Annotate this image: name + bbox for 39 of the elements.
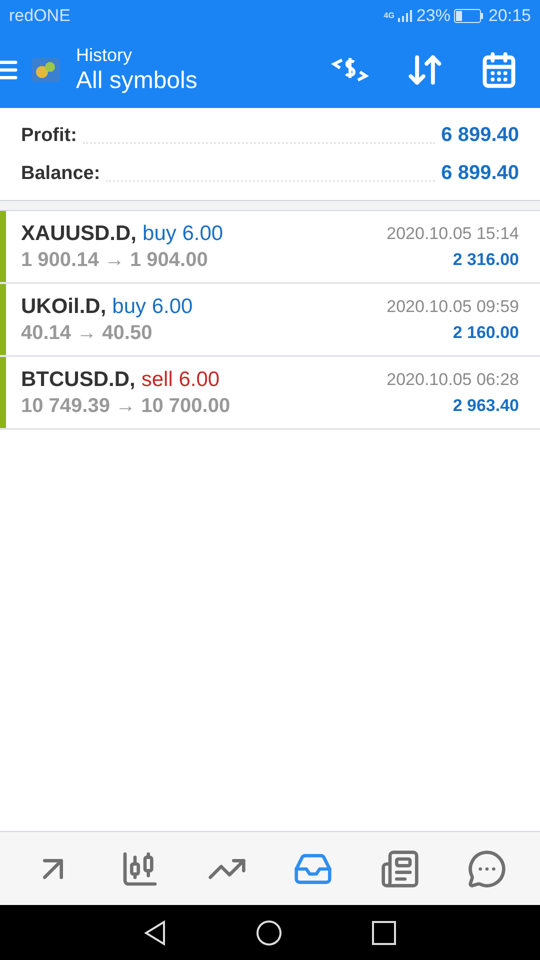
- battery-level: 23%: [416, 5, 450, 28]
- screen-title: All symbols: [76, 66, 198, 96]
- summary-label: Balance:: [21, 162, 100, 186]
- home-icon[interactable]: [256, 920, 282, 946]
- battery-icon: [454, 9, 484, 23]
- deal-time: 2020.10.05 06:28: [386, 369, 519, 391]
- trade-row[interactable]: XAUUSD.D, buy 6.00 1 900.14 → 1 904.00 2020.10.05 15:14 2 316.00: [0, 211, 540, 284]
- deal-profit: 2 160.00: [452, 322, 519, 344]
- screen-subtitle: History: [76, 44, 134, 66]
- deal-time: 2020.10.05 15:14: [386, 223, 519, 245]
- symbol-name: BTCUSD.D,: [21, 367, 136, 393]
- symbol-name: XAUUSD.D,: [21, 221, 137, 247]
- price-range: 10 749.39 → 10 700.00: [21, 394, 230, 419]
- trade-row[interactable]: UKOil.D, buy 6.00 40.14 → 40.50 2020.10.05 09:59 2 160.00: [0, 284, 540, 357]
- symbol-name: UKOil.D,: [21, 294, 106, 320]
- price-range: 1 900.14 → 1 904.00: [21, 248, 209, 273]
- recents-icon[interactable]: [372, 920, 396, 944]
- row-marker: [0, 284, 6, 355]
- network-type: 4G: [384, 12, 394, 20]
- calendar-icon[interactable]: [480, 51, 518, 89]
- deal-volume: buy 6.00: [112, 294, 193, 320]
- deal-volume: sell 6.00: [141, 367, 220, 393]
- row-marker: [0, 211, 6, 282]
- signal-icon: [398, 10, 412, 22]
- trade-row[interactable]: BTCUSD.D, sell 6.00 10 749.39 → 10 700.00 2020.10.05 06:28 2 963.40: [0, 357, 540, 430]
- deal-profit: 2 316.00: [452, 249, 519, 271]
- summary-value: 6 899.40: [441, 161, 519, 186]
- newspaper-icon[interactable]: [380, 848, 420, 888]
- deal-time: 2020.10.05 09:59: [386, 296, 519, 318]
- carrier-name: redONE: [9, 5, 70, 28]
- price-range: 40.14 → 40.50: [21, 321, 154, 346]
- summary-label: Profit:: [21, 124, 77, 148]
- deal-volume: buy 6.00: [142, 221, 224, 247]
- chat-bubble-icon[interactable]: [466, 848, 507, 888]
- back-icon[interactable]: [144, 920, 166, 946]
- deal-profit: 2 963.40: [452, 395, 519, 417]
- row-marker: [0, 357, 6, 428]
- clock: 20:15: [488, 5, 531, 28]
- summary-value: 6 899.40: [441, 123, 519, 148]
